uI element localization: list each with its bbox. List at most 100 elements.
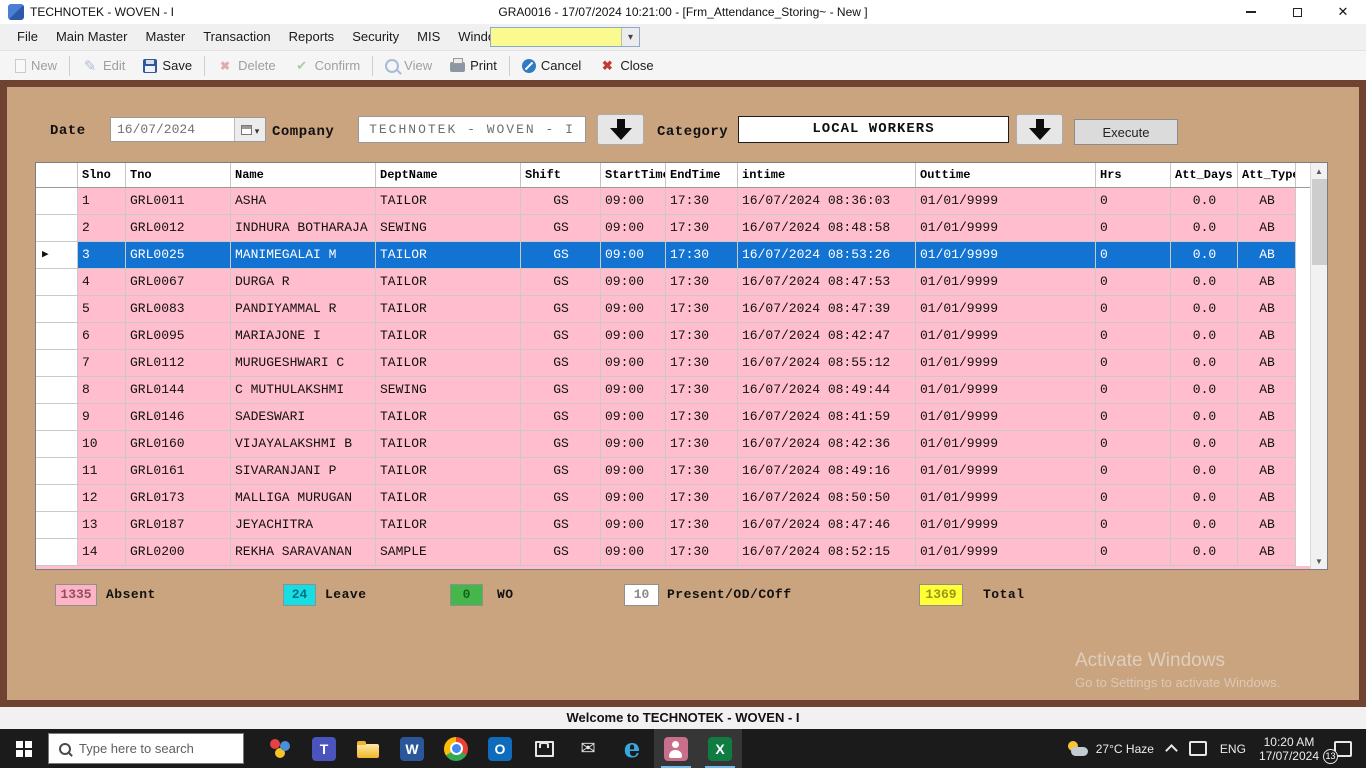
new-button[interactable]: New (6, 55, 66, 76)
clock[interactable]: 10:20 AM 17/07/2024 (1259, 735, 1319, 763)
row-selector[interactable]: ▶ (36, 242, 78, 269)
save-button[interactable]: Save (134, 55, 201, 76)
word-taskbar-button[interactable] (390, 729, 434, 768)
scroll-thumb[interactable] (1311, 179, 1327, 265)
delete-button[interactable]: Delete (208, 55, 285, 77)
column-header-tno[interactable]: Tno (126, 163, 231, 187)
category-load-button[interactable] (1016, 114, 1063, 145)
execute-button[interactable]: Execute (1074, 119, 1178, 145)
cell-intime: 16/07/2024 08:50:50 (738, 485, 916, 512)
menu-main-master[interactable]: Main Master (47, 24, 137, 50)
menu-file[interactable]: File (8, 24, 47, 50)
column-header-name[interactable]: Name (231, 163, 376, 187)
row-selector[interactable] (36, 377, 78, 404)
menu-reports[interactable]: Reports (280, 24, 344, 50)
cell-starttime: 09:00 (601, 215, 666, 242)
people-taskbar-button[interactable] (654, 729, 698, 768)
view-button[interactable]: View (376, 55, 441, 76)
cell-deptname: TAILOR (376, 350, 521, 377)
cell-intime: 16/07/2024 08:47:46 (738, 512, 916, 539)
column-header-slno[interactable]: Slno (78, 163, 126, 187)
close-button[interactable]: Close (590, 55, 662, 77)
menu-master[interactable]: Master (136, 24, 194, 50)
teams-taskbar-button[interactable] (302, 729, 346, 768)
column-header-shift[interactable]: Shift (521, 163, 601, 187)
column-header-outtime[interactable]: Outtime (916, 163, 1096, 187)
grid-row[interactable]: 13 GRL0187 JEYACHITRA TAILOR GS 09:00 17:30 16/… (36, 512, 1327, 539)
outlook-taskbar-button[interactable] (478, 729, 522, 768)
grid-row[interactable]: 5 GRL0083 PANDIYAMMAL R TAILOR GS 09:00 17:30 1… (36, 296, 1327, 323)
column-header-deptname[interactable]: DeptName (376, 163, 521, 187)
scroll-up-icon[interactable] (1311, 163, 1327, 179)
grid-row[interactable]: 9 GRL0146 SADESWARI TAILOR GS 09:00 17:30 16/07… (36, 404, 1327, 431)
edge-taskbar-button[interactable] (610, 729, 654, 768)
row-selector[interactable] (36, 269, 78, 296)
colorful-app-taskbar-button[interactable] (258, 729, 302, 768)
grid-row[interactable]: 6 GRL0095 MARIAJONE I TAILOR GS 09:00 17:30 16/… (36, 323, 1327, 350)
row-selector[interactable] (36, 404, 78, 431)
row-selector[interactable] (36, 296, 78, 323)
row-selector[interactable] (36, 539, 78, 566)
company-input[interactable]: TECHNOTEK - WOVEN - I (358, 116, 586, 143)
edit-button[interactable]: Edit (73, 55, 134, 77)
form-selector-combo[interactable] (490, 27, 640, 47)
monitor-icon[interactable] (1188, 741, 1207, 756)
grid-row[interactable]: 1 GRL0011 ASHA TAILOR GS 09:00 17:30 16/07/2024… (36, 188, 1327, 215)
minimize-button[interactable] (1228, 0, 1274, 24)
chrome-taskbar-button[interactable] (434, 729, 478, 768)
start-button[interactable] (0, 729, 48, 768)
grid-vertical-scrollbar[interactable] (1310, 163, 1327, 569)
confirm-button[interactable]: Confirm (285, 55, 370, 77)
file-explorer-taskbar-button[interactable] (346, 729, 390, 768)
date-picker-button[interactable] (234, 118, 265, 141)
row-selector[interactable] (36, 485, 78, 512)
grid-row[interactable]: 10 GRL0160 VIJAYALAKSHMI B TAILOR GS 09:00 17:… (36, 431, 1327, 458)
chevron-down-icon[interactable] (621, 28, 639, 46)
scroll-down-icon[interactable] (1311, 553, 1327, 569)
column-header-hrs[interactable]: Hrs (1096, 163, 1171, 187)
grid-row[interactable]: ▶ 3 GRL0025 MANIMEGALAI M TAILOR GS 09:00 17:30… (36, 242, 1327, 269)
column-header-intime[interactable]: intime (738, 163, 916, 187)
grid-row[interactable]: 4 GRL0067 DURGA R TAILOR GS 09:00 17:30 16/07/2… (36, 269, 1327, 296)
column-header-att_days[interactable]: Att_Days (1171, 163, 1238, 187)
company-load-button[interactable] (597, 114, 644, 145)
language-indicator[interactable]: ENG (1220, 742, 1246, 756)
maximize-button[interactable] (1274, 0, 1320, 24)
grid-row[interactable]: 14 GRL0200 REKHA SARAVANAN SAMPLE GS 09:00 17:… (36, 539, 1327, 566)
cell-outtime: 01/01/9999 (916, 431, 1096, 458)
row-selector[interactable] (36, 512, 78, 539)
store-taskbar-button[interactable] (522, 729, 566, 768)
weather-widget[interactable]: 27°C Haze (1067, 740, 1154, 757)
cancel-button[interactable]: Cancel (513, 55, 590, 76)
search-input[interactable]: Type here to search (48, 733, 244, 764)
grid-row[interactable]: 8 GRL0144 C MUTHULAKSHMI SEWING GS 09:00 17:30… (36, 377, 1327, 404)
grid-row[interactable]: 12 GRL0173 MALLIGA MURUGAN TAILOR GS 09:00 17:… (36, 485, 1327, 512)
print-button[interactable]: Print (441, 55, 506, 76)
row-selector[interactable] (36, 458, 78, 485)
row-selector[interactable] (36, 350, 78, 377)
combo-value (491, 28, 621, 46)
grid-row[interactable]: 7 GRL0112 MURUGESHWARI C TAILOR GS 09:00 17:30… (36, 350, 1327, 377)
row-selector[interactable] (36, 215, 78, 242)
column-header-endtime[interactable]: EndTime (666, 163, 738, 187)
hidden-icons-chevron-icon[interactable] (1165, 743, 1178, 757)
cell-slno: 11 (78, 458, 126, 485)
grid-row[interactable]: 2 GRL0012 INDHURA BOTHARAJA SEWING GS 09:00 17… (36, 215, 1327, 242)
close-window-button[interactable] (1320, 0, 1366, 24)
column-header-att_type[interactable]: Att_Type (1238, 163, 1296, 187)
date-label: Date (50, 123, 86, 139)
mail-taskbar-button[interactable] (566, 729, 610, 768)
action-center-button[interactable]: 13 (1323, 737, 1354, 764)
menu-security[interactable]: Security (343, 24, 408, 50)
cell-endtime: 17:30 (666, 485, 738, 512)
excel-taskbar-button[interactable] (698, 729, 742, 768)
column-header-starttime[interactable]: StartTime (601, 163, 666, 187)
menu-mis[interactable]: MIS (408, 24, 449, 50)
menu-transaction[interactable]: Transaction (194, 24, 279, 50)
row-selector[interactable] (36, 431, 78, 458)
row-selector[interactable] (36, 323, 78, 350)
grid-row[interactable]: 11 GRL0161 SIVARANJANI P TAILOR GS 09:00 17:30… (36, 458, 1327, 485)
date-input[interactable]: 16/07/2024 (110, 117, 266, 142)
category-input[interactable]: LOCAL WORKERS (738, 116, 1009, 143)
row-selector[interactable] (36, 188, 78, 215)
